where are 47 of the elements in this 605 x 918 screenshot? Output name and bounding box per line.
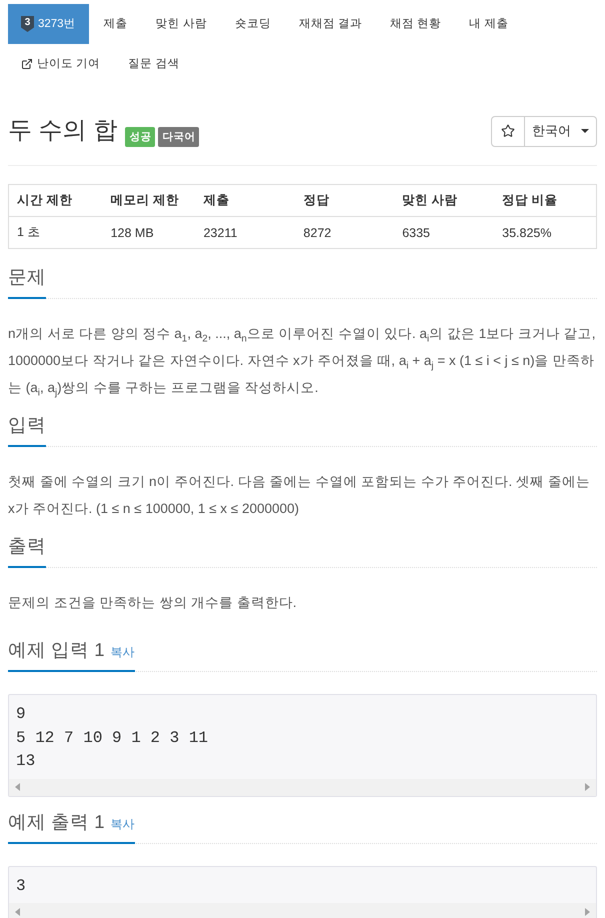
table-cell: 23211 <box>195 216 296 248</box>
favorite-button[interactable] <box>491 116 525 146</box>
nav-tab[interactable]: 난이도 기여 <box>8 44 114 84</box>
table-header-cell: 메모리 제한 <box>102 184 196 216</box>
section-heading: 예제 출력 1 <box>8 810 105 834</box>
table-header-cell: 정답 비율 <box>494 184 596 216</box>
sample-data: 9 5 12 7 10 9 1 2 3 11 13 <box>15 704 210 772</box>
table-cell: 128 MB <box>102 216 196 248</box>
nav-tab[interactable]: 채점 현황 <box>377 4 454 44</box>
table-header-cell: 시간 제한 <box>8 184 103 216</box>
tier-badge: 3 <box>21 16 34 32</box>
horizontal-scrollbar[interactable] <box>9 903 596 918</box>
table-header-cell: 정답 <box>295 184 394 216</box>
problem-title: 두 수의 합 <box>8 116 118 146</box>
copy-link[interactable]: 복사 <box>110 816 135 832</box>
section-text: 첫째 줄에 수열의 크기 n이 주어진다. 다음 줄에는 수열에 포함되는 수가 주어진다. 셋째 줄에는 x가 주어진다. (1 ≤ n ≤ 100000, 1 ≤ x ≤ 2000000) <box>8 473 591 518</box>
problem-tag: 다국어 <box>158 127 200 147</box>
nav-tab[interactable]: 숏코딩 <box>222 4 284 44</box>
section-text: n개의 서로 다른 양의 정수 a$_{1}$, a$_{2}$, ..., a$_{n}$으로 이루어진 수열이 있다. a$_{i}$의 값은 1보다 크거나 같고, 1000000보다 작거나 같은 자연수이다. 자연수 x가 주어졌을 때, a$_{i}$ + a$_{j}$ = x (1 ≤ i < j ≤ n)을 만족하는 (a$_{i}$, a$_{j}$)쌍의 수를 구하는 프로그램을 작성하시오. <box>8 325 596 400</box>
section-heading: 예제 입력 1 <box>8 638 105 662</box>
table-cell: 1 초 <box>8 216 103 248</box>
scroll-right-icon[interactable] <box>585 783 590 791</box>
caret-icon <box>581 129 589 133</box>
scroll-right-icon[interactable] <box>585 908 590 916</box>
horizontal-scrollbar[interactable] <box>9 778 596 796</box>
table-header-cell: 제출 <box>195 184 296 216</box>
section-heading: 입력 <box>8 413 46 437</box>
scroll-left-icon[interactable] <box>15 783 20 791</box>
section-heading: 출력 <box>8 534 46 558</box>
nav-tab[interactable]: 3 3273번 <box>8 4 89 44</box>
table-cell: 35.825% <box>494 216 596 248</box>
nav-tab[interactable]: 질문 검색 <box>115 44 192 84</box>
problem-tag: 성공 <box>125 127 156 147</box>
table-cell: 6335 <box>394 216 494 248</box>
language-dropdown[interactable]: 한국어 <box>525 116 597 146</box>
scroll-left-icon[interactable] <box>15 908 20 916</box>
external-link-icon <box>21 58 33 70</box>
section-heading: 문제 <box>8 265 46 289</box>
nav-tab[interactable]: 재채점 결과 <box>286 4 375 44</box>
copy-link[interactable]: 복사 <box>110 644 135 661</box>
nav-tab[interactable]: 제출 <box>90 4 141 44</box>
nav-tab[interactable]: 맞힌 사람 <box>142 4 220 44</box>
table-cell: 8272 <box>295 216 394 248</box>
nav-tab[interactable]: 내 제출 <box>456 4 522 44</box>
section-text: 문제의 조건을 만족하는 쌍의 개수를 출력한다. <box>8 594 298 612</box>
table-header-cell: 맞힌 사람 <box>394 184 494 216</box>
sample-data: 3 <box>15 876 27 896</box>
